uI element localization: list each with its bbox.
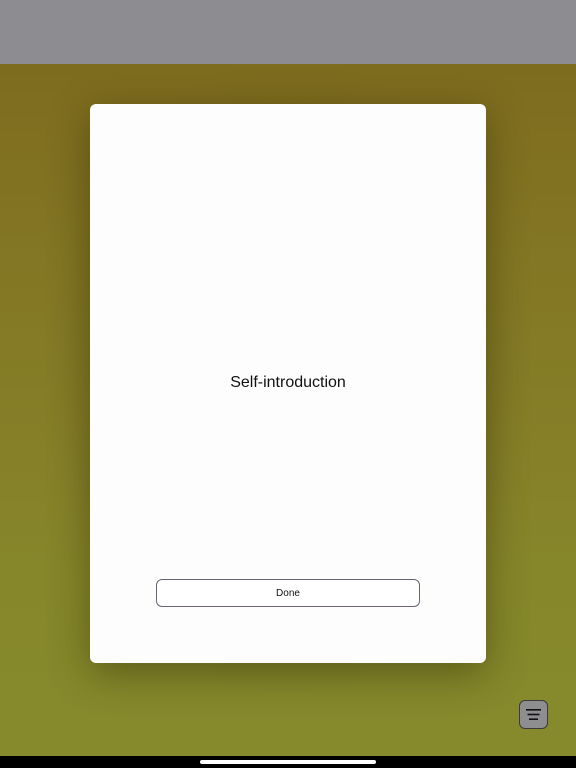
done-button[interactable]: Done [156,579,420,607]
home-indicator[interactable] [200,760,376,764]
menu-button[interactable] [519,700,548,729]
modal-title: Self-introduction [230,374,346,391]
hamburger-menu-icon [526,709,541,720]
status-bar [0,0,576,64]
self-introduction-modal: Self-introduction Done [90,104,486,663]
